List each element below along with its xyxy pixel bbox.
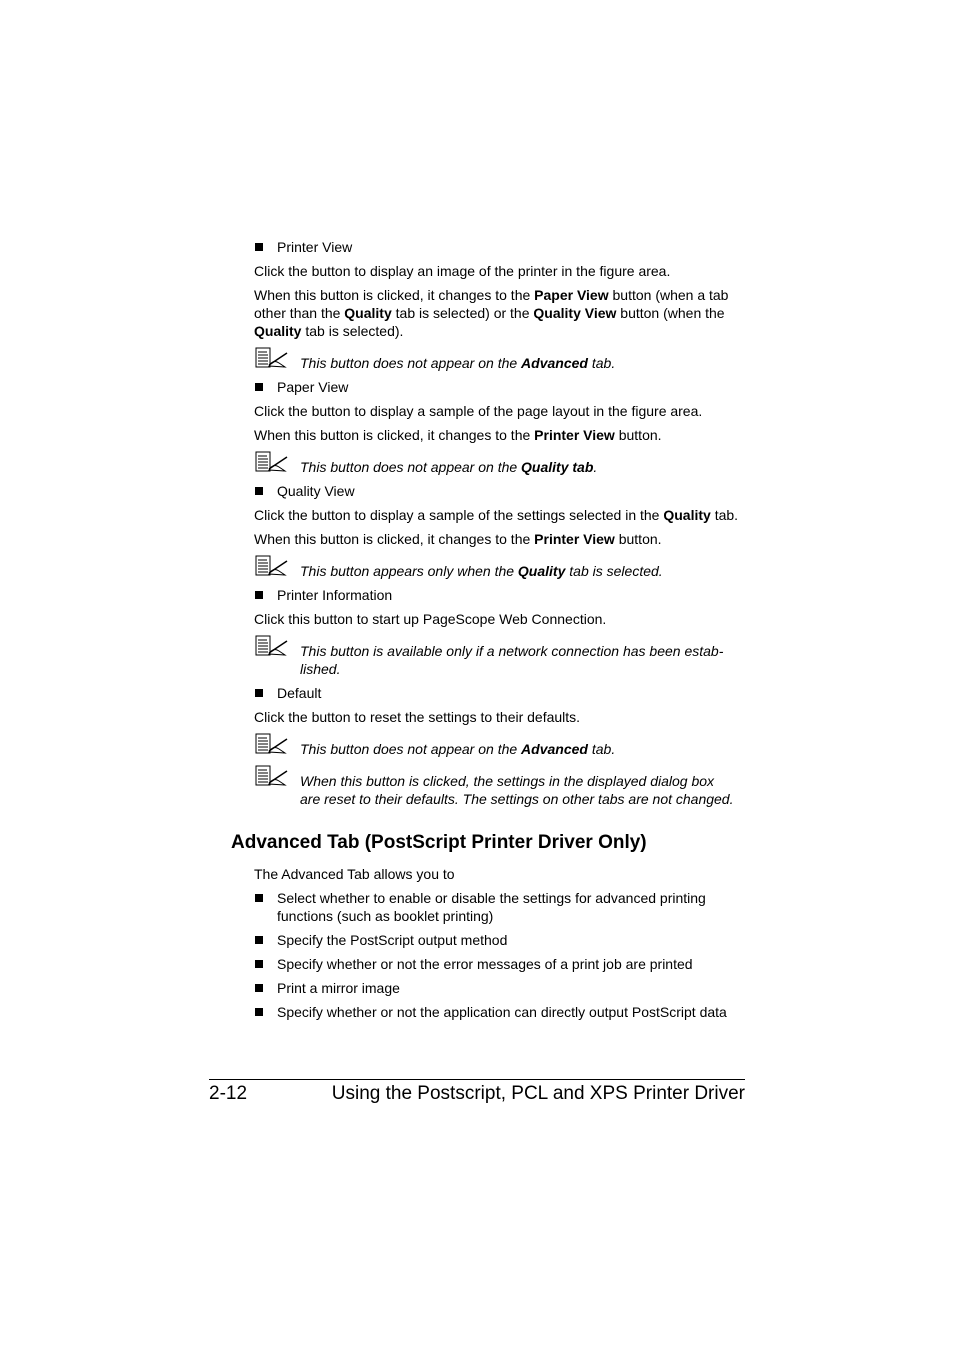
list-item: Select whether to enable or disable the … xyxy=(277,890,706,906)
text: tab. xyxy=(710,507,739,523)
footer-title: Using the Postscript, PCL and XPS Printe… xyxy=(331,1083,745,1104)
bold-term: Printer View xyxy=(534,531,615,547)
bold-term: Paper View xyxy=(534,287,609,303)
note-text: This button does not appear on the Advan… xyxy=(300,354,615,372)
bold-term: Quality View xyxy=(533,305,617,321)
text: button (when a tab xyxy=(608,287,729,303)
list-item: Specify whether or not the application c… xyxy=(277,1004,727,1020)
bullet-default: Default xyxy=(277,685,322,701)
text: When this button is clicked, it changes … xyxy=(254,531,535,547)
paragraph: Click the button to display an image of … xyxy=(254,263,671,279)
text: tab. xyxy=(587,355,616,371)
text: tab is selected. xyxy=(565,563,663,579)
paragraph: other than the Quality tab is selected) … xyxy=(254,304,725,322)
square-bullet-icon xyxy=(255,1008,263,1016)
note-text: This button does not appear on the Quali… xyxy=(300,458,597,476)
bold-term: Quality xyxy=(517,563,566,579)
square-bullet-icon xyxy=(255,894,263,902)
bullet-printer-view: Printer View xyxy=(277,239,353,255)
note-pencil-icon xyxy=(255,733,288,754)
square-bullet-icon xyxy=(255,591,263,599)
bold-term: Quality xyxy=(663,507,711,523)
text: tab. xyxy=(587,741,616,757)
bullet-printer-information: Printer Information xyxy=(277,587,393,603)
text: button. xyxy=(614,427,662,443)
note-text: lished. xyxy=(300,661,341,677)
note-text: are reset to their defaults. The setting… xyxy=(300,791,734,807)
note-pencil-icon xyxy=(255,765,288,786)
square-bullet-icon xyxy=(255,243,263,251)
list-item-continued: functions (such as booklet printing) xyxy=(277,908,494,924)
page-number: 2-12 xyxy=(209,1083,248,1104)
text: button (when the xyxy=(616,305,725,321)
text: tab is selected). xyxy=(301,323,404,339)
paragraph: Click the button to display a sample of … xyxy=(254,506,738,524)
note-text: This button appears only when the Qualit… xyxy=(300,562,663,580)
paragraph: When this button is clicked, it changes … xyxy=(254,286,728,304)
text: other than the xyxy=(254,305,345,321)
square-bullet-icon xyxy=(255,689,263,697)
square-bullet-icon xyxy=(255,984,263,992)
text: This button does not appear on the xyxy=(300,459,522,475)
bullet-quality-view: Quality View xyxy=(277,483,355,499)
bold-term: Quality xyxy=(254,323,302,339)
bold-term: Advanced xyxy=(521,355,588,371)
bold-term: Advanced xyxy=(521,741,588,757)
bullet-paper-view: Paper View xyxy=(277,379,349,395)
text: When this button is clicked, it changes … xyxy=(254,287,535,303)
paragraph: The Advanced Tab allows you to xyxy=(254,866,455,882)
note-pencil-icon xyxy=(255,635,288,656)
footer-divider xyxy=(209,1079,745,1080)
text: This button does not appear on the xyxy=(300,741,522,757)
square-bullet-icon xyxy=(255,487,263,495)
section-heading: Advanced Tab (PostScript Printer Driver … xyxy=(231,832,647,853)
list-item: Print a mirror image xyxy=(277,980,400,996)
note-text: This button is available only if a netwo… xyxy=(300,643,724,659)
list-item: Specify the PostScript output method xyxy=(277,932,508,948)
bold-term: Printer View xyxy=(534,427,615,443)
note-text: When this button is clicked, the setting… xyxy=(300,773,715,789)
text: tab is selected) or the xyxy=(391,305,534,321)
paragraph: Click the button to display a sample of … xyxy=(254,403,703,419)
square-bullet-icon xyxy=(255,960,263,968)
note-text: This button does not appear on the Advan… xyxy=(300,740,615,758)
text: When this button is clicked, it changes … xyxy=(254,427,535,443)
text: This button does not appear on the xyxy=(300,355,522,371)
manual-page: Printer View Click the button to display… xyxy=(0,0,954,1350)
paragraph: When this button is clicked, it changes … xyxy=(254,426,662,444)
text: This button appears only when the xyxy=(300,563,518,579)
note-pencil-icon xyxy=(255,451,288,472)
list-item: Specify whether or not the error message… xyxy=(277,956,693,972)
bold-term: Quality xyxy=(344,305,392,321)
paragraph: Click the button to reset the settings t… xyxy=(254,709,581,725)
text: Click the button to display a sample of … xyxy=(254,507,664,523)
paragraph: When this button is clicked, it changes … xyxy=(254,530,662,548)
text: button. xyxy=(614,531,662,547)
note-pencil-icon xyxy=(255,347,288,368)
paragraph: Quality tab is selected). xyxy=(254,322,403,340)
square-bullet-icon xyxy=(255,936,263,944)
bold-term: Quality tab xyxy=(521,459,594,475)
text: . xyxy=(593,459,598,475)
paragraph: Click this button to start up PageScope … xyxy=(254,611,607,627)
square-bullet-icon xyxy=(255,383,263,391)
note-pencil-icon xyxy=(255,555,288,576)
